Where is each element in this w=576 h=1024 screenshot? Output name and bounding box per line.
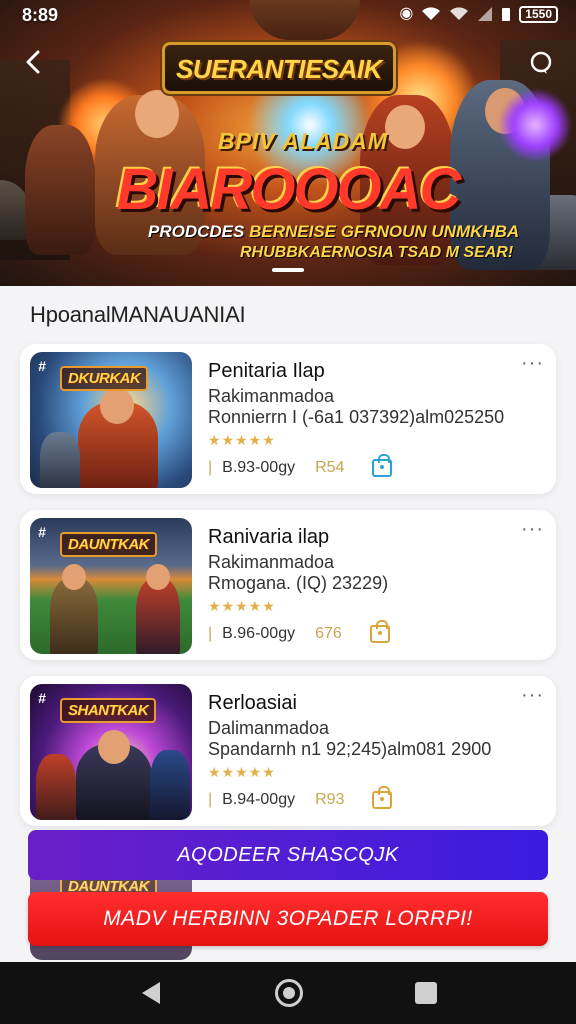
more-dots-icon[interactable]: ··· [521,353,544,373]
hero-fx-glow [500,90,570,160]
rating-stars: ★★★★★ [208,432,276,448]
thumb-logo: SHANTKAK [60,698,157,723]
game-price: R93 [315,791,345,808]
game-size: B.94-00gy [222,791,296,808]
game-meta: Rmogana. (IQ) 23229) [208,573,389,593]
thumb-character-head [62,564,86,590]
thumb-character [36,754,76,820]
game-thumbnail[interactable]: # SHANTKAK [30,684,192,820]
primary-red-button[interactable]: MADV HERBINN 3OPADER LORRPI! [28,892,548,946]
more-dots-icon[interactable]: ··· [521,685,544,705]
status-bar: 8:89 ◉ 1550 [0,0,576,30]
game-developer: Rakimanmadoa [208,552,335,572]
hero-subtitle: PRODCDES BERNEISE GFRNOUN UNMKHBA RHUBBK… [148,222,519,268]
thumb-logo: DKURKAK [60,366,149,391]
battery-small-icon [502,8,511,21]
game-price: 676 [315,625,342,642]
game-developer: Dalimanmadoa [208,718,330,738]
status-icons: ◉ 1550 [399,5,558,23]
search-button[interactable] [526,48,558,80]
divider: | [208,791,213,808]
app-screen: SUERANTIESAIK BPIV ALADAM BIAROOOAC PROD… [0,0,576,1024]
system-nav-bar [0,962,576,1024]
game-meta: Ronnierrn I (-6a1 037392)alm025250 [208,407,505,427]
game-size: B.93-00gy [222,459,296,476]
more-dots-icon[interactable]: ··· [521,519,544,539]
wifi-alt-icon [450,7,469,20]
game-developer: Rakimanmadoa [208,386,335,406]
hero-tagline: BPIV ALADAM [218,128,388,154]
rating-stars: ★★★★★ [208,764,276,780]
game-card[interactable]: # DAUNTKAK Ranivaria ilap Rakimanmadoa R… [20,510,556,660]
thumb-character-head [100,388,134,424]
game-title: Rerloasiai [208,692,297,714]
thumb-character [40,432,80,488]
game-card[interactable]: # SHANTKAK Rerloasiai Dalimanmadoa Spand… [20,676,556,826]
thumb-tag-icon: # [38,524,46,540]
hero-subtitle-line1: PRODCDES BERNEISE GFRNOUN UNMKHBA [148,222,519,242]
battery-indicator: 1550 [519,5,558,23]
thumb-logo: DAUNTKAK [60,532,157,557]
primary-purple-button[interactable]: AQODEER SHASCQJK [28,830,548,880]
thumb-tag-icon: # [38,690,46,706]
hero-title: BIAROOOAC [116,157,462,222]
hero-banner[interactable]: SUERANTIESAIK BPIV ALADAM BIAROOOAC PROD… [0,0,576,286]
game-logo: SUERANTIESAIK [162,42,396,94]
nav-back-icon[interactable] [142,982,160,1004]
search-icon [530,51,552,74]
back-button[interactable] [16,44,52,80]
status-time: 8:89 [22,5,59,25]
thumb-character [150,750,190,820]
nav-home-icon[interactable] [275,979,303,1007]
game-card[interactable]: # DKURKAK Penitaria Ilap Rakimanmadoa Ro… [20,344,556,494]
divider: | [208,459,213,476]
hero-character-head [385,105,425,149]
game-thumbnail[interactable]: # DAUNTKAK [30,518,192,654]
game-logo-text: SUERANTIESAIK [176,54,382,84]
game-info-row: | B.94-00gy R93 [208,786,393,809]
carousel-indicator[interactable] [272,268,304,272]
thumb-character-head [146,564,170,590]
shopping-bag-icon[interactable] [369,620,390,643]
game-size: B.96-00gy [222,625,296,642]
game-info-row: | B.93-00gy R54 [208,454,393,477]
game-meta: Spandarnh n1 92;245)alm081 2900 [208,739,492,759]
signal-icon [478,7,493,21]
game-title: Penitaria Ilap [208,360,325,382]
hero-subtitle-right: BERNEISE GFRNOUN UNMKHBA [249,222,520,241]
section-title: HpoanalMANAUANIAI [30,302,246,327]
hero-character-head [135,90,179,138]
divider: | [208,625,213,642]
rating-stars: ★★★★★ [208,598,276,614]
hero-subtitle-left: PRODCDES [148,222,245,241]
shopping-bag-icon[interactable] [372,454,393,477]
chevron-left-icon [26,50,40,74]
shopping-bag-icon[interactable] [372,786,393,809]
game-price: R54 [315,459,345,476]
wifi-icon [422,7,441,20]
game-thumbnail[interactable]: # DKURKAK [30,352,192,488]
thumb-tag-icon: # [38,358,46,374]
nav-recents-icon[interactable] [415,982,437,1004]
thumb-character-head [98,730,130,764]
notification-icon: ◉ [399,5,414,22]
hero-subtitle-line2: RHUBBKAERNOSIA TSAD M SEAR! [240,244,514,261]
game-title: Ranivaria ilap [208,526,330,548]
game-info-row: | B.96-00gy 676 [208,620,390,643]
